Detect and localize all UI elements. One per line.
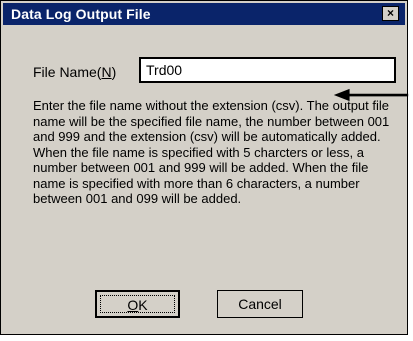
pointer-arrow-icon bbox=[333, 88, 409, 102]
data-log-output-dialog: Data Log Output File × File Name(N) Trd0… bbox=[0, 0, 408, 335]
cancel-button[interactable]: Cancel bbox=[217, 290, 303, 318]
file-name-label: File Name(N) bbox=[33, 64, 117, 80]
description-paragraph-1: Enter the file name without the extensio… bbox=[33, 98, 390, 144]
description-text: Enter the file name without the extensio… bbox=[33, 98, 393, 207]
dialog-title: Data Log Output File bbox=[11, 6, 151, 22]
file-name-input[interactable]: Trd00 bbox=[139, 57, 396, 83]
file-name-value: Trd00 bbox=[146, 62, 183, 78]
title-bar: Data Log Output File × bbox=[3, 3, 405, 25]
ok-focus-rect bbox=[100, 295, 175, 313]
close-icon: × bbox=[386, 6, 394, 20]
ok-button[interactable]: OK bbox=[95, 290, 180, 318]
description-paragraph-2: When the file name is specified with 5 c… bbox=[33, 144, 369, 207]
close-button[interactable]: × bbox=[382, 6, 399, 21]
